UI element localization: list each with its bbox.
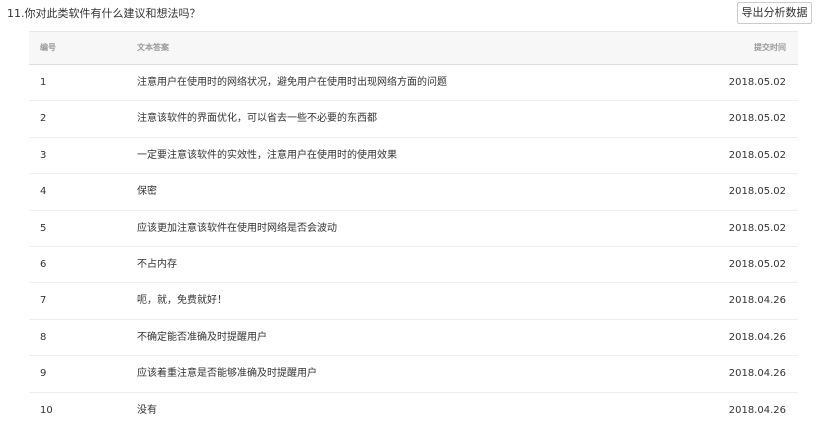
row-submit-time: 2018.04.26 [728,295,786,307]
row-submit-time: 2018.05.02 [728,186,786,198]
row-id: 5 [40,222,47,234]
row-id: 6 [40,258,47,270]
row-text-answer: 应该更加注意该软件在使用时网络是否会波动 [137,222,337,234]
table-row: 10 没有 2018.04.26 [29,393,798,425]
row-text-answer: 不占内存 [137,258,177,270]
row-id: 7 [40,295,47,307]
row-id: 8 [40,331,47,343]
row-id: 9 [40,368,47,380]
row-submit-time: 2018.04.26 [728,368,786,380]
table-row: 7 呃，就，免费就好！ 2018.04.26 [29,283,798,320]
row-text-answer: 注意该软件的界面优化，可以省去一些不必要的东西都 [137,113,377,125]
row-submit-time: 2018.05.02 [728,258,786,270]
row-submit-time: 2018.04.26 [728,331,786,343]
header-text-answer: 文本答案 [137,43,169,52]
table-row: 3 一定要注意该软件的实效性，注意用户在使用时的使用效果 2018.05.02 [29,138,798,175]
table-row: 2 注意该软件的界面优化，可以省去一些不必要的东西都 2018.05.02 [29,101,798,138]
row-submit-time: 2018.05.02 [728,113,786,125]
row-id: 2 [40,113,47,125]
row-text-answer: 不确定能否准确及时提醒用户 [137,331,267,343]
row-text-answer: 保密 [137,186,157,198]
question-title: 11.你对此类软件有什么建议和想法吗？ [7,7,201,20]
table-row: 1 注意用户在使用时的网络状况，避免用户在使用时出现网络方面的问题 2018.0… [29,65,798,102]
row-submit-time: 2018.04.26 [728,404,786,416]
table-row: 4 保密 2018.05.02 [29,174,798,211]
table-row: 9 应该着重注意是否能够准确及时提醒用户 2018.04.26 [29,356,798,393]
row-text-answer: 一定要注意该软件的实效性，注意用户在使用时的使用效果 [137,149,397,161]
header-submit-time: 提交时间 [754,43,786,52]
row-submit-time: 2018.05.02 [728,222,786,234]
row-text-answer: 没有 [137,404,157,416]
header-id: 编号 [40,43,56,52]
row-text-answer: 呃，就，免费就好！ [137,295,227,307]
table-row: 6 不占内存 2018.05.02 [29,247,798,284]
row-submit-time: 2018.05.02 [728,77,786,88]
export-analysis-data-button[interactable]: 导出分析数据 [737,2,812,24]
row-id: 1 [40,77,47,88]
row-submit-time: 2018.05.02 [728,149,786,161]
table-row: 5 应该更加注意该软件在使用时网络是否会波动 2018.05.02 [29,211,798,247]
table-header: 编号 文本答案 提交时间 [29,31,798,65]
row-id: 10 [40,404,53,416]
row-id: 4 [40,186,47,198]
row-id: 3 [40,149,47,161]
table-row: 8 不确定能否准确及时提醒用户 2018.04.26 [29,320,798,357]
row-text-answer: 应该着重注意是否能够准确及时提醒用户 [137,368,317,380]
row-text-answer: 注意用户在使用时的网络状况，避免用户在使用时出现网络方面的问题 [137,77,447,88]
answers-table: 编号 文本答案 提交时间 1 注意用户在使用时的网络状况，避免用户在使用时出现网… [29,31,798,425]
